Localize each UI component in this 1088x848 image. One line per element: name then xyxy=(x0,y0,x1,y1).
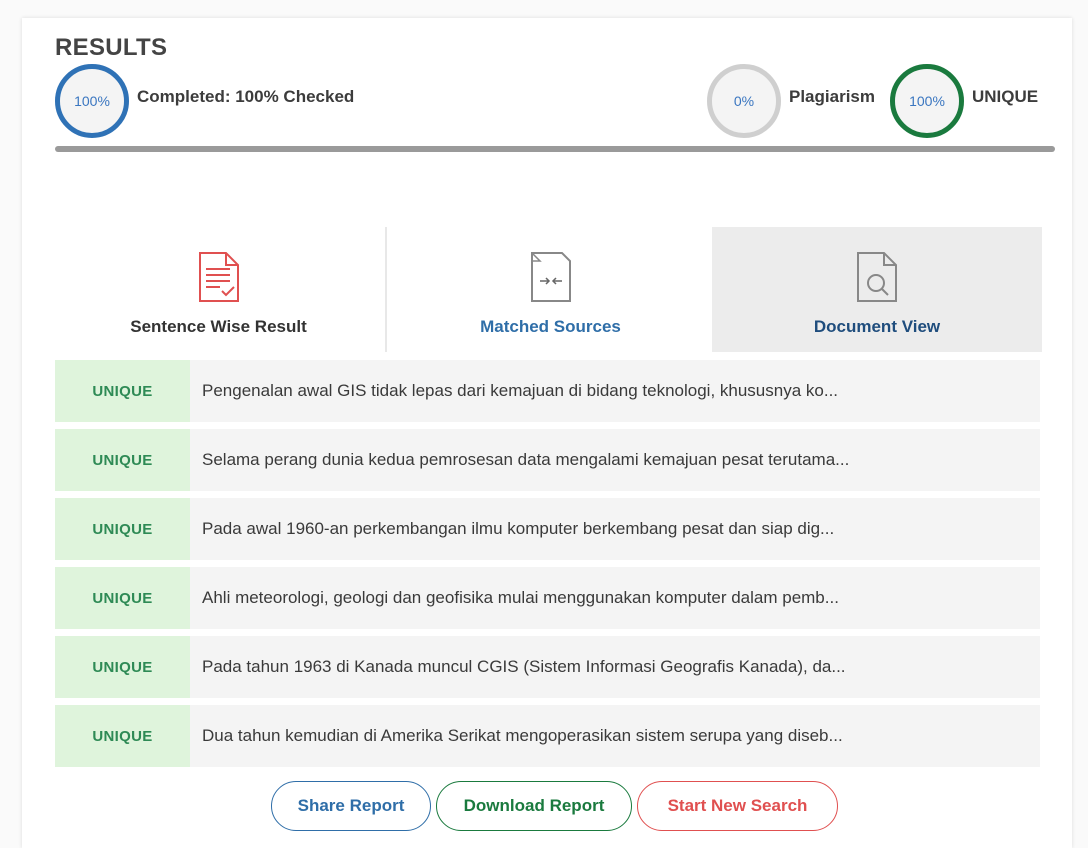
sentence-text: Selama perang dunia kedua pemrosesan dat… xyxy=(202,450,850,469)
report-document-icon xyxy=(198,252,239,302)
download-report-button[interactable]: Download Report xyxy=(436,781,632,831)
status-badge: UNIQUE xyxy=(55,567,190,629)
result-row[interactable]: UNIQUE Pada awal 1960-an perkembangan il… xyxy=(55,498,1040,560)
result-tabs: Sentence Wise Result Matched Sources Doc… xyxy=(55,227,1042,352)
document-search-icon xyxy=(857,252,897,302)
result-row[interactable]: UNIQUE Dua tahun kemudian di Amerika Ser… xyxy=(55,705,1040,767)
start-new-search-button[interactable]: Start New Search xyxy=(637,781,838,831)
sentence-text: Ahli meteorologi, geologi dan geofisika … xyxy=(202,588,839,607)
status-badge: UNIQUE xyxy=(55,705,190,767)
sentence-text: Pengenalan awal GIS tidak lepas dari kem… xyxy=(202,381,839,400)
result-row[interactable]: UNIQUE Ahli meteorologi, geologi dan geo… xyxy=(55,567,1040,629)
tab-sentence-wise-result[interactable]: Sentence Wise Result xyxy=(55,227,382,352)
unique-circle: 100% xyxy=(890,64,964,138)
tab-matched-sources[interactable]: Matched Sources xyxy=(385,227,714,352)
sentence-results-list: UNIQUE Pengenalan awal GIS tidak lepas d… xyxy=(55,360,1040,774)
progress-circle: 100% xyxy=(55,64,129,138)
result-row[interactable]: UNIQUE Pengenalan awal GIS tidak lepas d… xyxy=(55,360,1040,422)
sentence-text: Pada awal 1960-an perkembangan ilmu komp… xyxy=(202,519,835,538)
unique-label: UNIQUE xyxy=(972,87,1039,106)
results-card: RESULTS 100% Completed: 100% Checked 0% … xyxy=(22,18,1072,848)
completed-label: Completed: 100% Checked xyxy=(137,87,355,106)
tab-document-view[interactable]: Document View xyxy=(712,227,1042,352)
sentence-text: Pada tahun 1963 di Kanada muncul CGIS (S… xyxy=(202,657,846,676)
progress-bar xyxy=(55,146,1055,152)
status-badge: UNIQUE xyxy=(55,636,190,698)
plagiarism-circle: 0% xyxy=(707,64,781,138)
share-report-button[interactable]: Share Report xyxy=(271,781,431,831)
tab-label-document-view: Document View xyxy=(813,317,941,336)
status-badge: UNIQUE xyxy=(55,498,190,560)
status-badge: UNIQUE xyxy=(55,429,190,491)
tab-label-sentence-wise: Sentence Wise Result xyxy=(130,317,307,336)
compare-document-icon xyxy=(530,252,571,302)
result-row[interactable]: UNIQUE Pada tahun 1963 di Kanada muncul … xyxy=(55,636,1040,698)
result-row[interactable]: UNIQUE Selama perang dunia kedua pemrose… xyxy=(55,429,1040,491)
tab-label-matched-sources: Matched Sources xyxy=(480,317,621,336)
sentence-text: Dua tahun kemudian di Amerika Serikat me… xyxy=(202,726,843,745)
plagiarism-label: Plagiarism xyxy=(789,87,875,106)
status-badge: UNIQUE xyxy=(55,360,190,422)
results-title: RESULTS xyxy=(55,34,168,61)
